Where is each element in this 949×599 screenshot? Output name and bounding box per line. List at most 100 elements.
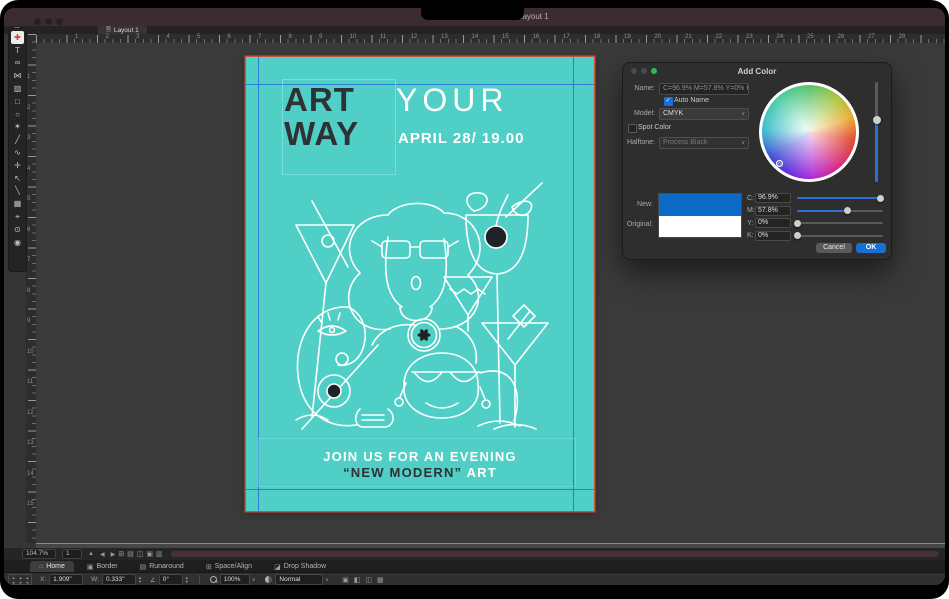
tool-button[interactable]: ⊙ [11, 223, 24, 236]
ruler-number: 6 [228, 34, 231, 40]
tool-button[interactable]: ╲ [11, 185, 24, 198]
scale-dropdown[interactable]: 100% [220, 574, 250, 585]
document-tab[interactable]: 🗎 Layout 1 [98, 26, 147, 34]
brightness-slider-handle[interactable] [873, 116, 881, 124]
brightness-slider[interactable] [875, 82, 878, 182]
channel-value-field[interactable]: 0% [755, 231, 791, 241]
angle-field[interactable]: 0° [159, 574, 183, 585]
tool-button[interactable]: ▨ [11, 82, 24, 95]
page-popup-icon[interactable]: ▲ [88, 551, 94, 557]
channel-value-field[interactable]: 0% [755, 218, 791, 228]
tool-icon: □ [15, 97, 20, 106]
document-tab-bar: ▤ 🗎 Layout 1 [4, 26, 945, 34]
tool-button[interactable]: ∞ [11, 57, 24, 70]
color-wheel[interactable] [759, 82, 859, 182]
reference-point-proxy[interactable] [8, 574, 32, 585]
measure-option-icon[interactable]: ◧ [354, 576, 361, 584]
tool-button[interactable]: ∿ [11, 146, 24, 159]
channel-slider[interactable] [797, 197, 883, 199]
name-input[interactable]: C=96.9% M=57.8% Y=0% K=0% [659, 83, 749, 95]
window-controls[interactable] [34, 18, 63, 25]
palette-tab[interactable]: ▣ Border [78, 561, 127, 572]
tool-button[interactable]: ⋈ [11, 69, 24, 82]
chevron-down-icon: ∨ [741, 138, 745, 148]
size-stepper[interactable]: ▲▼ [138, 576, 142, 583]
view-mode-icon[interactable]: ◫ [137, 550, 144, 558]
palette-tab[interactable]: ⊞ Space/Align [197, 561, 261, 572]
close-window-icon[interactable] [34, 18, 41, 25]
channel-slider[interactable] [797, 210, 883, 212]
spot-color-checkbox[interactable] [628, 124, 637, 133]
poster-subtitle[interactable]: APRIL 28/ 19.00 [398, 131, 524, 146]
tool-button[interactable]: ○ [11, 108, 24, 121]
channel-slider-fill [797, 197, 880, 199]
channel-slider-handle[interactable] [794, 232, 801, 239]
measure-option-icon[interactable]: ▦ [377, 576, 384, 584]
color-wheel-marker[interactable] [776, 160, 783, 167]
angle-stepper[interactable]: ▲▼ [185, 576, 189, 583]
spot-color-label: Spot Color [638, 124, 671, 131]
poster-title-your[interactable]: YOUR [396, 84, 508, 116]
ruler-number: 2 [27, 105, 30, 111]
page-number-field[interactable]: 1 [62, 549, 82, 559]
palette-tab-label: Space/Align [215, 563, 252, 570]
tool-button[interactable]: ▦ [11, 197, 24, 210]
channel-slider-handle[interactable] [794, 220, 801, 227]
ok-button[interactable]: OK [856, 243, 886, 253]
blend-mode-dropdown[interactable]: Normal [275, 574, 323, 585]
view-mode-icon[interactable]: ▤ [127, 550, 134, 558]
tool-palette: ✚ T ∞ ⋈ ▨ □ ○ ✶ ╱ ∿ ✛ ↖ [8, 28, 27, 272]
ruler-number: 24 [777, 34, 784, 40]
measure-option-icon[interactable]: ◫ [365, 576, 372, 584]
view-mode-icon[interactable]: ▣ [146, 550, 153, 558]
view-mode-icon[interactable]: ▥ [156, 550, 163, 558]
channel-label: Y: [747, 220, 755, 227]
palette-tab[interactable]: ▤ Runaround [131, 561, 193, 572]
auto-name-checkbox[interactable] [664, 97, 673, 106]
chevron-down-icon[interactable]: ∨ [325, 577, 329, 583]
tool-button[interactable]: ◉ [11, 236, 24, 249]
tool-button[interactable]: ↖ [11, 172, 24, 185]
x-field[interactable]: 1.909" [49, 574, 83, 585]
poster-page[interactable]: ART YOUR WAY APRIL 28/ 19.00 [246, 57, 594, 511]
ruler-number: 3 [27, 135, 30, 141]
channel-slider[interactable] [797, 222, 883, 224]
ruler-number: 16 [533, 34, 540, 40]
palette-tab-icon: ▣ [87, 563, 94, 571]
zoom-window-icon[interactable] [56, 18, 63, 25]
w-field[interactable]: 0.333" [102, 574, 136, 585]
poster-footer-line1[interactable]: JOIN US FOR AN EVENING [246, 449, 594, 464]
display-bezel: Layout 1 ▤ 🗎 Layout 1 123456789101112131… [0, 0, 949, 599]
tool-button[interactable]: ✶ [11, 121, 24, 134]
tool-button[interactable]: ✛ [11, 159, 24, 172]
tool-button[interactable]: □ [11, 95, 24, 108]
poster-illustration[interactable] [252, 177, 588, 439]
halftone-dropdown[interactable]: Process Black∨ [659, 137, 749, 149]
tool-button[interactable]: T [11, 44, 24, 57]
palette-tab[interactable]: ⌂ Home [30, 561, 74, 572]
channel-value-field[interactable]: 96.9% [755, 193, 791, 203]
channel-slider-handle[interactable] [844, 207, 851, 214]
ruler-number: 14 [472, 34, 479, 40]
tool-button[interactable]: ⌖ [11, 210, 24, 223]
divider [199, 575, 200, 584]
channel-value-field[interactable]: 57.8% [755, 206, 791, 216]
tool-button[interactable]: ✚ [11, 31, 24, 44]
previous-page-icon[interactable]: ◀ [100, 551, 105, 558]
model-dropdown[interactable]: CMYK∨ [659, 108, 749, 120]
view-mode-icon[interactable]: ⊞ [118, 550, 124, 558]
tool-icon: ✛ [14, 161, 21, 170]
channel-slider-handle[interactable] [877, 195, 884, 202]
view-zoom-field[interactable]: 104.7% [22, 549, 56, 559]
poster-footer-line2[interactable]: “NEW MODERN” ART [246, 465, 594, 480]
poster-title-way[interactable]: WAY [284, 117, 359, 150]
poster-title-art[interactable]: ART [284, 83, 355, 116]
palette-tab[interactable]: ◪ Drop Shadow [265, 561, 335, 572]
tool-button[interactable]: ╱ [11, 133, 24, 146]
cancel-button[interactable]: Cancel [816, 243, 852, 253]
minimize-window-icon[interactable] [45, 18, 52, 25]
channel-slider[interactable] [797, 235, 883, 237]
horizontal-scrollbar-thumb[interactable] [171, 551, 939, 557]
chevron-down-icon[interactable]: ∨ [252, 577, 256, 583]
measure-option-icon[interactable]: ▣ [342, 576, 349, 584]
